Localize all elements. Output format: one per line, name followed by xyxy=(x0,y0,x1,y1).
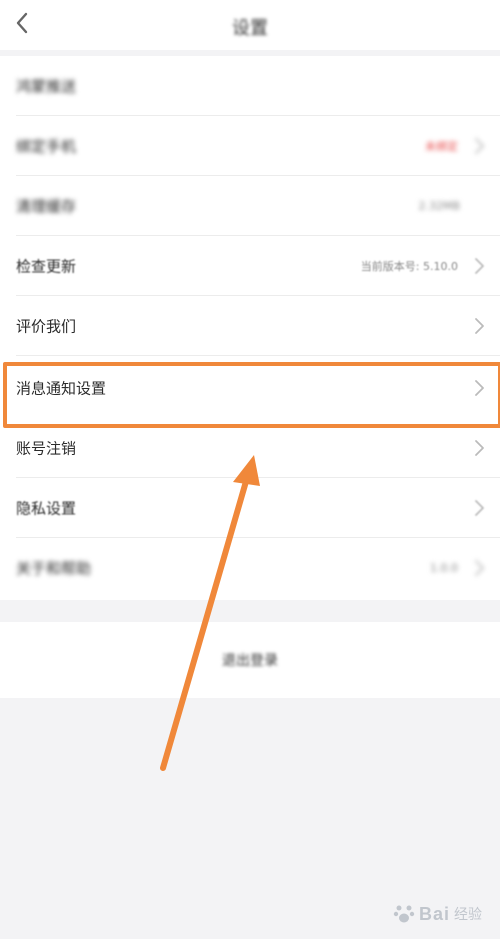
watermark-suffix: 经验 xyxy=(454,906,482,922)
settings-item-label: 隐私设置 xyxy=(16,499,77,518)
settings-item-value: 未绑定 xyxy=(425,140,458,153)
logout-label: 退出登录 xyxy=(222,653,278,669)
settings-screen: 设置 鸿蒙推送 绑定手机 未绑定 清理缓存 2.32MB 检查更新 当前版本号:… xyxy=(0,0,500,939)
settings-item-about[interactable]: 关于和帮助 1.0.0 xyxy=(0,538,500,598)
settings-item-label: 绑定手机 xyxy=(16,137,77,156)
nav-header: 设置 xyxy=(0,0,500,50)
settings-item-check-update[interactable]: 检查更新 当前版本号: 5.10.0 xyxy=(0,236,500,296)
settings-item-label: 评价我们 xyxy=(16,317,77,336)
page-title: 设置 xyxy=(232,18,268,39)
settings-list: 鸿蒙推送 绑定手机 未绑定 清理缓存 2.32MB 检查更新 当前版本号: 5.… xyxy=(0,56,500,600)
chevron-right-icon xyxy=(475,258,484,274)
chevron-right-icon xyxy=(475,560,484,576)
paw-logo-icon xyxy=(393,905,415,923)
watermark: Bai 经验 xyxy=(393,903,482,925)
chevron-right-icon xyxy=(475,380,484,396)
watermark-brand: Bai xyxy=(418,903,450,924)
settings-item-bind-phone[interactable]: 绑定手机 未绑定 xyxy=(0,116,500,176)
settings-item-rate-us[interactable]: 评价我们 xyxy=(0,296,500,356)
settings-item-privacy-settings[interactable]: 隐私设置 xyxy=(0,478,500,538)
section-gap xyxy=(0,600,500,622)
settings-item-label: 关于和帮助 xyxy=(16,559,92,578)
settings-item-label: 鸿蒙推送 xyxy=(16,77,77,96)
settings-item-value: 1.0.0 xyxy=(430,561,458,575)
settings-item-value: 2.32MB xyxy=(418,199,460,213)
chevron-right-icon xyxy=(475,138,484,154)
chevron-right-icon xyxy=(475,500,484,516)
settings-item-clear-cache[interactable]: 清理缓存 2.32MB xyxy=(0,176,500,236)
settings-item-notification-settings[interactable]: 消息通知设置 xyxy=(0,358,500,418)
settings-item-harmony-push[interactable]: 鸿蒙推送 xyxy=(0,56,500,116)
logout-button[interactable]: 退出登录 xyxy=(0,622,500,698)
settings-item-label: 检查更新 xyxy=(16,257,77,276)
settings-item-label: 账号注销 xyxy=(16,439,77,458)
settings-item-account-deletion[interactable]: 账号注销 xyxy=(0,418,500,478)
divider xyxy=(16,355,500,356)
chevron-right-icon xyxy=(475,318,484,334)
chevron-right-icon xyxy=(475,440,484,456)
settings-item-label: 清理缓存 xyxy=(16,197,77,216)
settings-item-value: 当前版本号: 5.10.0 xyxy=(360,260,458,273)
settings-item-label: 消息通知设置 xyxy=(16,379,107,398)
